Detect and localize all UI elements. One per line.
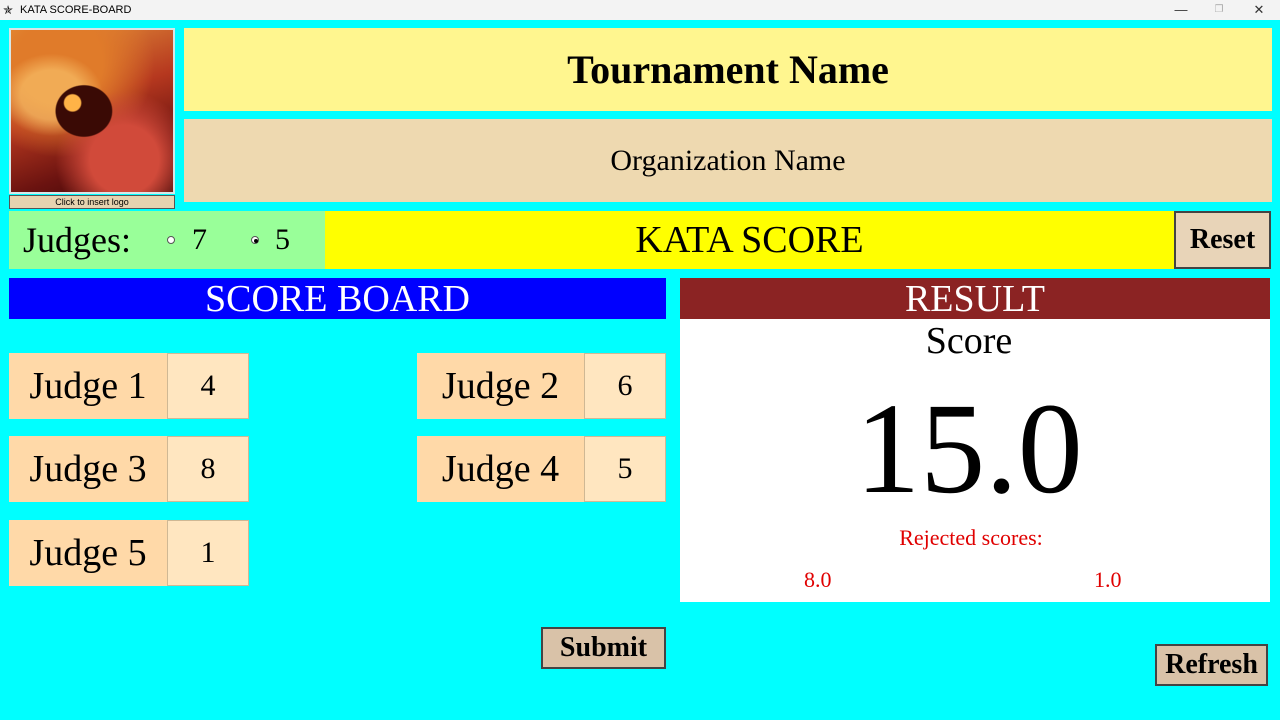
window-titlebar: ✯ KATA SCORE-BOARD — ❐ ✕ (0, 0, 1280, 20)
rejected-score-1: 8.0 (804, 567, 832, 592)
result-title: RESULT (680, 278, 1270, 320)
refresh-button[interactable]: Refresh (1155, 644, 1268, 686)
app-icon: ✯ (3, 3, 14, 17)
judges-label: Judges: (23, 220, 131, 260)
judge-1-score[interactable]: 4 (167, 353, 249, 419)
window-title: KATA SCORE-BOARD (20, 4, 132, 16)
judge-2-score[interactable]: 6 (584, 353, 666, 419)
result-panel: Score 15.0 Rejected scores: 8.0 1.0 (680, 319, 1270, 602)
tournament-name: Tournament Name (184, 28, 1272, 111)
submit-button[interactable]: Submit (541, 627, 666, 669)
reset-button[interactable]: Reset (1174, 211, 1271, 269)
judges-5-radio[interactable] (251, 236, 259, 244)
judge-5-score[interactable]: 1 (167, 520, 249, 586)
judge-5-label: Judge 5 (9, 520, 167, 586)
judges-7-label[interactable]: 7 (192, 222, 207, 258)
judge-2-label: Judge 2 (417, 353, 584, 419)
score-label: Score (925, 320, 1013, 362)
judges-selector: Judges: 7 5 (9, 211, 325, 269)
score-value: 15.0 (855, 377, 1083, 521)
maximize-button[interactable]: ❐ (1200, 0, 1238, 20)
judge-4-label: Judge 4 (417, 436, 584, 502)
rejected-score-2: 1.0 (1094, 567, 1122, 592)
insert-logo-button[interactable]: Click to insert logo (9, 195, 175, 209)
minimize-button[interactable]: — (1162, 0, 1200, 20)
rejected-scores-label: Rejected scores: (899, 525, 1043, 550)
judges-5-label[interactable]: 5 (275, 222, 290, 258)
scoreboard-title: SCORE BOARD (9, 278, 666, 320)
judge-4-score[interactable]: 5 (584, 436, 666, 502)
judges-7-radio[interactable] (167, 236, 175, 244)
judge-1-label: Judge 1 (9, 353, 167, 419)
kata-score-title: KATA SCORE (325, 211, 1174, 269)
judge-3-score[interactable]: 8 (167, 436, 249, 502)
close-button[interactable]: ✕ (1240, 0, 1278, 20)
organization-name: Organization Name (184, 119, 1272, 202)
judge-3-label: Judge 3 (9, 436, 167, 502)
logo-image[interactable] (9, 28, 175, 194)
